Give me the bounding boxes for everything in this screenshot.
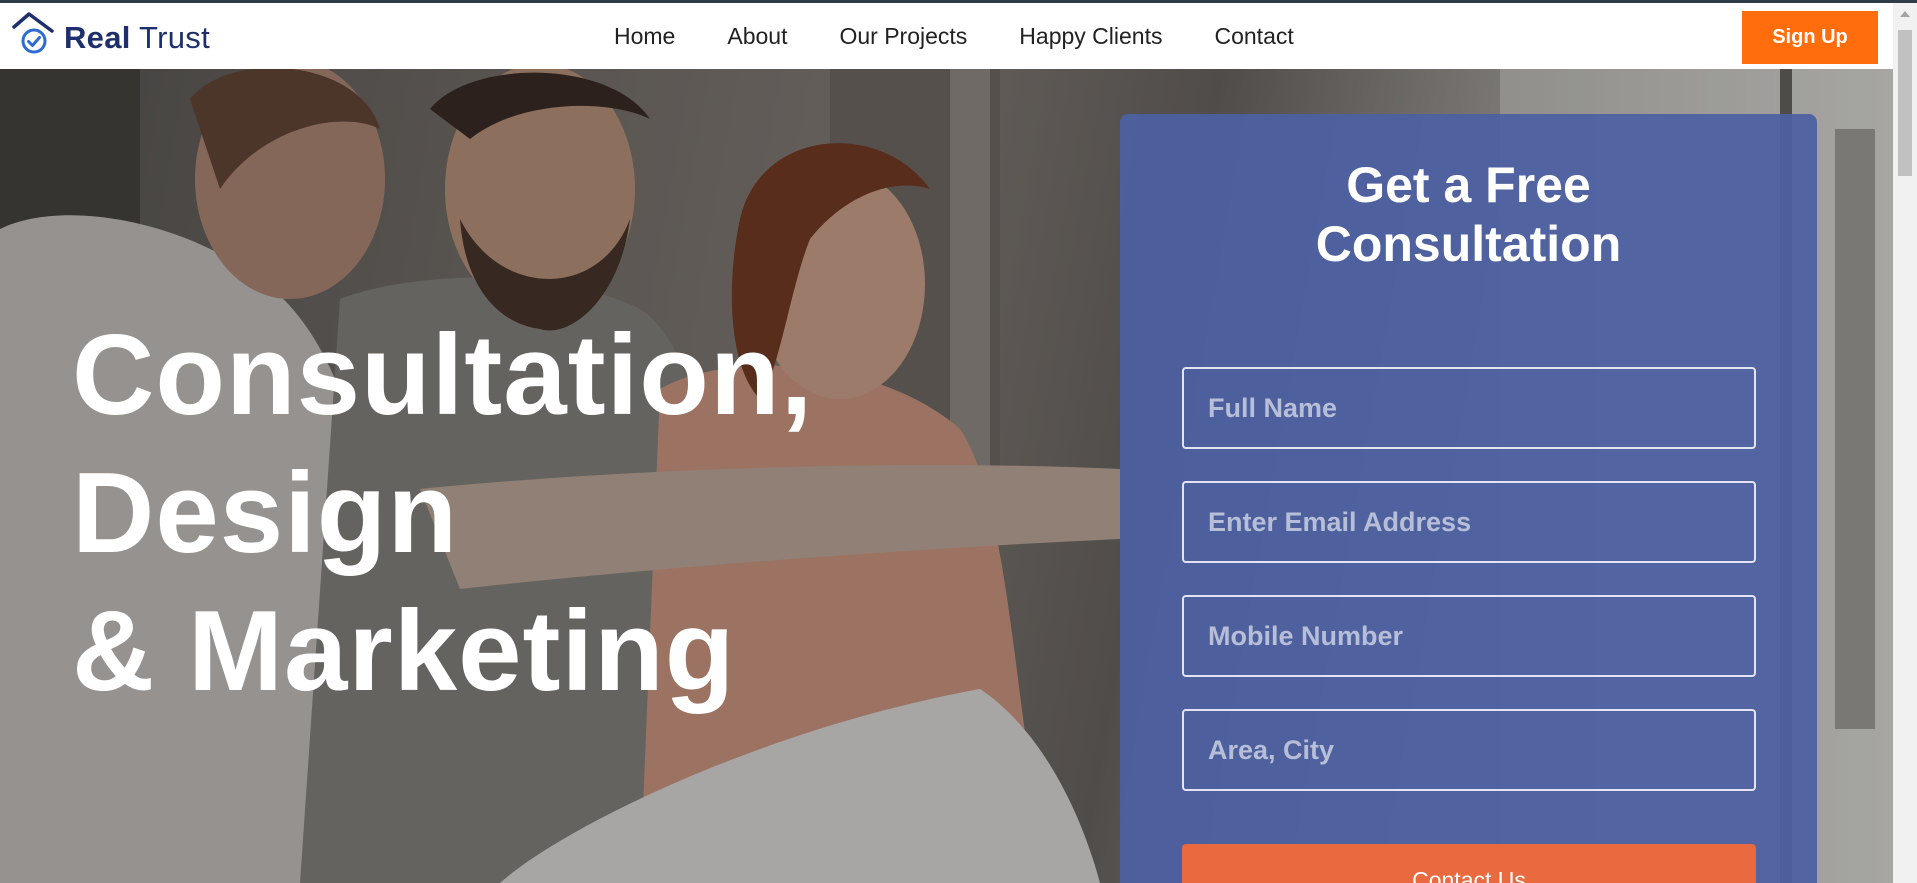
scroll-up-arrow-icon[interactable] [1900,11,1910,17]
hero-heading-line-3: & Marketing [72,588,736,715]
email-input[interactable] [1182,481,1756,563]
brand-name-bold: Real [64,20,131,55]
hero-heading: Consultation, Design & Marketing [72,307,813,721]
full-name-input[interactable] [1182,367,1756,449]
page: Real Trust Home About Our Projects Happy… [0,0,1917,883]
area-city-input[interactable] [1182,709,1756,791]
consultation-form: Get a Free Consultation Contact Us [1120,114,1817,883]
nav-about[interactable]: About [727,23,787,50]
nav-happy-clients[interactable]: Happy Clients [1019,23,1162,50]
brand-logo[interactable]: Real Trust [12,9,210,59]
hero-section: Consultation, Design & Marketing Get a F… [0,69,1893,883]
hero-heading-line-2: Design [72,450,459,577]
house-check-icon [12,9,58,59]
nav-home[interactable]: Home [614,23,675,50]
mobile-number-input[interactable] [1182,595,1756,677]
form-title-line-2: Consultation [1315,216,1622,272]
form-title: Get a Free Consultation [1120,156,1817,274]
hero-heading-line-1: Consultation, [72,312,814,439]
form-title-line-1: Get a Free [1346,157,1591,213]
brand-name-rest: Trust [139,20,211,55]
navbar: Real Trust Home About Our Projects Happy… [0,3,1893,69]
contact-us-button[interactable]: Contact Us [1182,844,1756,883]
page-scrollbar[interactable] [1893,3,1917,883]
brand-name: Real Trust [64,5,210,63]
nav-contact[interactable]: Contact [1214,23,1293,50]
sign-up-button[interactable]: Sign Up [1742,11,1878,64]
scrollbar-thumb[interactable] [1898,30,1912,176]
nav-our-projects[interactable]: Our Projects [839,23,967,50]
nav-menu: Home About Our Projects Happy Clients Co… [614,3,1294,69]
